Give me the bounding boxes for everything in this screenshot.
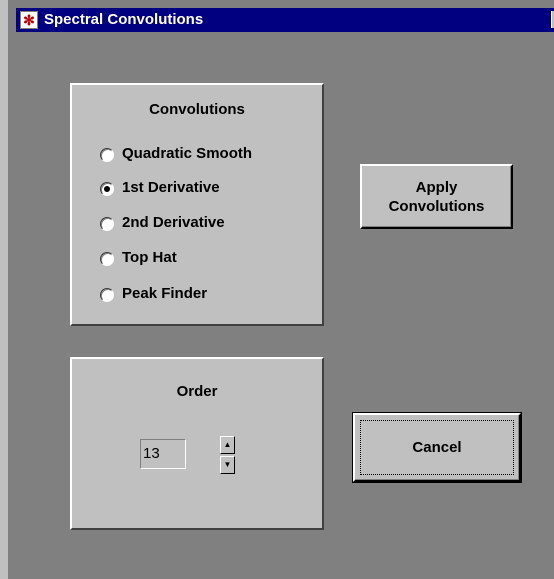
radio-button-icon[interactable] xyxy=(100,252,114,266)
spin-down-icon[interactable]: ▼ xyxy=(220,456,235,474)
dialog-window: ✻ Spectral Convolutions × Convolutions Q… xyxy=(0,0,554,579)
order-title: Order xyxy=(176,383,218,400)
window-title: Spectral Convolutions xyxy=(44,11,204,28)
radio-button-selected-icon[interactable] xyxy=(100,182,114,196)
apply-convolutions-button[interactable]: Apply Convolutions xyxy=(360,164,513,229)
apply-label-line1: Apply xyxy=(415,179,458,196)
focus-rectangle xyxy=(360,420,514,475)
radio-label: 2nd Derivative xyxy=(122,214,225,231)
cancel-button[interactable]: Cancel xyxy=(352,412,522,483)
convolutions-group: Convolutions Quadratic Smooth 1st Deriva… xyxy=(70,83,324,326)
convolutions-title: Convolutions xyxy=(149,101,245,118)
radio-label: Top Hat xyxy=(122,249,177,266)
radio-label: 1st Derivative xyxy=(122,179,220,196)
apply-label-line2: Convolutions xyxy=(388,198,485,215)
radio-button-icon[interactable] xyxy=(100,288,114,302)
title-bar[interactable]: ✻ Spectral Convolutions × xyxy=(16,8,554,32)
radio-dot-icon xyxy=(104,186,110,192)
order-group: Order 13 ▲ ▼ xyxy=(70,357,324,530)
radio-label: Peak Finder xyxy=(122,285,208,302)
radio-button-icon[interactable] xyxy=(100,217,114,231)
app-icon: ✻ xyxy=(20,11,38,29)
spin-up-icon[interactable]: ▲ xyxy=(220,436,235,454)
radio-button-icon[interactable] xyxy=(100,148,114,162)
radio-label: Quadratic Smooth xyxy=(122,145,253,162)
order-input[interactable]: 13 xyxy=(140,439,186,469)
